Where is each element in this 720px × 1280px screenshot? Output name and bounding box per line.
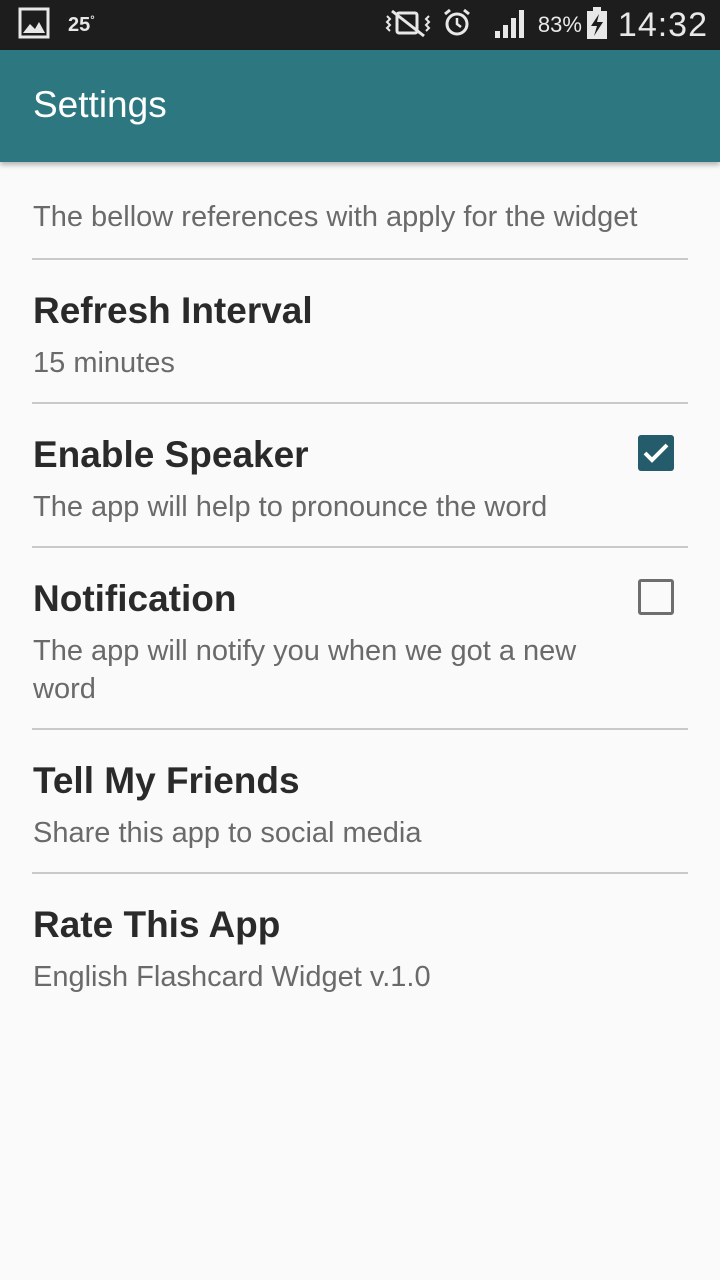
battery-percent: 83% [537, 12, 582, 37]
pref-title: Enable Speaker [33, 434, 309, 475]
pref-refresh-interval[interactable]: Refresh Interval 15 minutes [0, 260, 720, 402]
battery-charging-icon [586, 6, 608, 45]
pref-title: Refresh Interval [33, 290, 313, 331]
pref-enable-speaker[interactable]: Enable Speaker The app will help to pron… [0, 404, 720, 546]
pref-title: Rate This App [33, 904, 281, 945]
page-title: Settings [33, 84, 167, 125]
pref-title: Tell My Friends [33, 760, 300, 801]
gallery-icon [18, 7, 50, 44]
clock: 14:32 [617, 5, 708, 44]
signal-icon [494, 7, 528, 44]
pref-summary: Share this app to social media [33, 817, 422, 849]
pref-tell-my-friends[interactable]: Tell My Friends Share this app to social… [0, 730, 720, 872]
temperature-unit: ° [90, 13, 95, 26]
pref-summary: The app will help to pronounce the word [33, 491, 548, 523]
temperature-value: 25 [68, 13, 91, 36]
pref-notification[interactable]: Notification The app will notify you whe… [0, 548, 720, 728]
status-bar: 25° 83% 14:32 [0, 0, 720, 50]
intro-text: The bellow references with apply for the… [33, 201, 638, 233]
pref-rate-this-app[interactable]: Rate This App English Flashcard Widget v… [0, 874, 720, 1016]
notification-checkbox[interactable] [638, 579, 674, 615]
checkmark-icon [643, 443, 669, 463]
mute-vibrate-icon [384, 8, 432, 43]
temperature-indicator: 25° [68, 14, 95, 37]
pref-summary: The app will notify you when we got a ne… [33, 635, 577, 705]
settings-list: The bellow references with apply for the… [0, 162, 720, 1016]
alarm-icon [442, 8, 472, 43]
pref-title: Notification [33, 578, 237, 619]
pref-summary: 15 minutes [33, 347, 175, 379]
pref-summary: English Flashcard Widget v.1.0 [33, 961, 431, 993]
app-toolbar: Settings [0, 50, 720, 162]
speaker-checkbox[interactable] [638, 435, 674, 471]
